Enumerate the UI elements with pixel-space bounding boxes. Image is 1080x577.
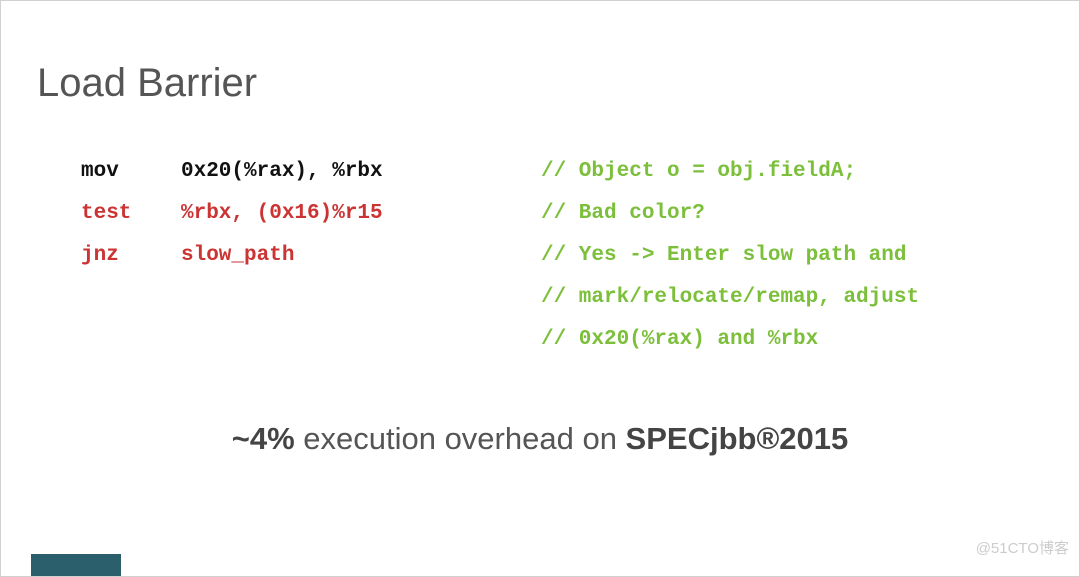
caption-percent: ~4% [232,421,295,456]
opcode: mov [81,151,181,193]
comment: // Object o = obj.fieldA; [541,151,856,193]
code-row: // 0x20(%rax) and %rbx [81,319,1019,361]
caption-mid: execution overhead on [295,421,626,456]
comment: // Bad color? [541,193,705,235]
caption-suffix: SPECjbb®2015 [626,421,849,456]
code-row: // mark/relocate/remap, adjust [81,277,1019,319]
code-row: jnz slow_path // Yes -> Enter slow path … [81,235,1019,277]
code-row: test %rbx, (0x16)%r15 // Bad color? [81,193,1019,235]
operand: slow_path [181,235,541,277]
footer-accent [31,554,121,576]
comment: // mark/relocate/remap, adjust [541,277,919,319]
code-row: mov 0x20(%rax), %rbx // Object o = obj.f… [81,151,1019,193]
comment: // 0x20(%rax) and %rbx [541,319,818,361]
opcode: jnz [81,235,181,277]
opcode [81,319,181,361]
operand: %rbx, (0x16)%r15 [181,193,541,235]
operand [181,277,541,319]
slide: Load Barrier mov 0x20(%rax), %rbx // Obj… [0,0,1080,577]
operand: 0x20(%rax), %rbx [181,151,541,193]
comment: // Yes -> Enter slow path and [541,235,906,277]
code-block: mov 0x20(%rax), %rbx // Object o = obj.f… [81,151,1019,361]
opcode [81,277,181,319]
opcode: test [81,193,181,235]
caption: ~4% execution overhead on SPECjbb®2015 [1,421,1079,457]
slide-title: Load Barrier [37,61,257,106]
operand [181,319,541,361]
watermark: @51CTO博客 [976,537,1069,558]
